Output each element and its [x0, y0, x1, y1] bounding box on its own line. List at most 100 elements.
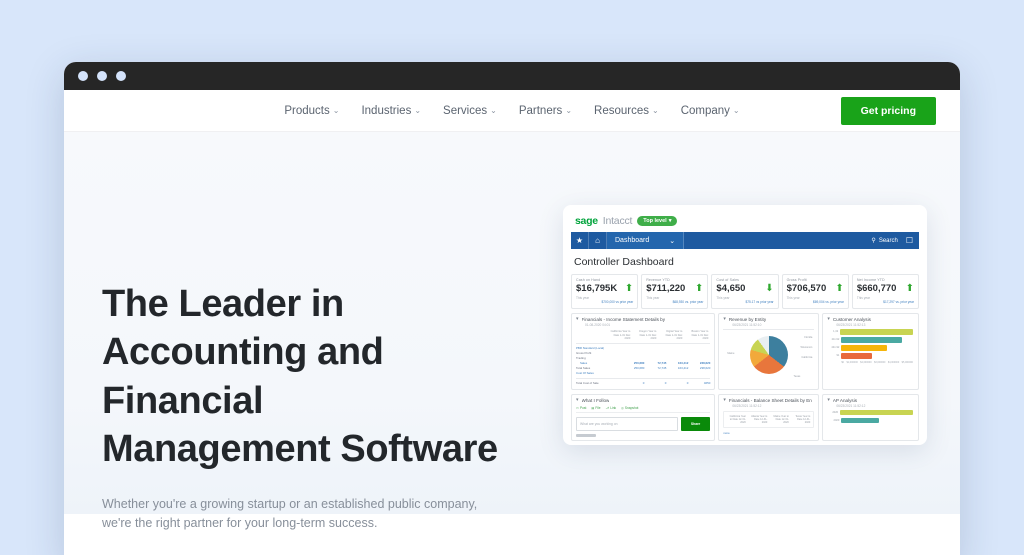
link-icon: ⎇	[605, 405, 610, 410]
subhead-line-1: Whether you're a growing startup or an e…	[102, 497, 478, 511]
row-label[interactable]: Sales	[576, 361, 622, 365]
chevron-down-icon[interactable]: ▾	[827, 317, 830, 322]
tab-link[interactable]: ⎇ Link	[606, 406, 617, 410]
kpi-footer: $69,004 vs. prior year	[787, 300, 844, 304]
nav-links: Products ⌄ Industries ⌄ Services ⌄ Partn…	[284, 105, 739, 117]
kpi-card-gross-profit[interactable]: Gross Profit $706,570 ⬆ This year $69,00…	[781, 274, 849, 309]
pie-chart: Maine Florida Wisconsin California Texas	[723, 332, 814, 378]
favorites-star-icon[interactable]: ★	[571, 232, 589, 249]
bar-label: 2020	[832, 410, 839, 414]
nav-item-services[interactable]: Services ⌄	[443, 105, 497, 117]
column-header: Oregon Year to Date 1-31 Dec 2020	[638, 330, 657, 340]
widget-timestamp: 06/23/2021 11:52:12	[732, 403, 762, 408]
row-cell: 163,412	[677, 366, 689, 370]
chevron-down-icon[interactable]: ▾	[576, 397, 579, 403]
nav-item-company[interactable]: Company ⌄	[681, 105, 740, 117]
post-composer: What are you working on Share	[576, 416, 711, 431]
subhead-line-2: we're the right partner for your long-te…	[102, 516, 378, 531]
row-cell: 72,745	[657, 361, 667, 365]
widget-timestamp: 01-08-2020 04:01	[585, 323, 611, 327]
widget-ap-analysis[interactable]: ▾ AP Analysis 06/23/2021 11:52:12 2020 2…	[822, 393, 919, 441]
nav-item-label: Industries	[361, 104, 412, 117]
dashboard-tab-label: Dashboard	[615, 237, 650, 244]
home-icon[interactable]: ⌂	[589, 232, 607, 249]
widget-balance-sheet[interactable]: ▾ Financials - Balance Sheet Details by …	[718, 393, 820, 441]
tab-snapshot[interactable]: ◎ Snapshot	[621, 406, 638, 410]
chevron-down-icon[interactable]: ▾	[723, 317, 726, 322]
widget-divider	[723, 329, 815, 330]
search-icon: ⚲	[871, 238, 876, 244]
kpi-value: $4,650	[716, 283, 746, 294]
window-maximize-dot[interactable]	[116, 71, 126, 81]
widget-customer-analysis[interactable]: ▾ Customer Analysis 06/23/2021 11:52:13 …	[822, 313, 919, 390]
nav-item-resources[interactable]: Resources ⌄	[594, 105, 659, 117]
widget-income-statement[interactable]: ▾ Financials - Income Statement Details …	[571, 313, 716, 390]
site-navigation: Products ⌄ Industries ⌄ Services ⌄ Partn…	[64, 90, 960, 132]
table-header-row: California Year to Date 1-31 Dec 2020 Or…	[576, 330, 710, 341]
column-header: California Year to Date 1-31 Dec 2020	[610, 330, 631, 340]
intacct-wordmark: Intacct	[602, 215, 633, 227]
tab-file[interactable]: ▤ File	[591, 406, 600, 410]
window-close-dot[interactable]	[78, 71, 88, 81]
kpi-delta: $17,297 vs. prior year	[883, 300, 915, 304]
chevron-down-icon: ▾	[668, 218, 672, 224]
widget-header: ▾ Financials - Balance Sheet Details by …	[723, 397, 814, 403]
trend-up-icon: ⬆	[695, 282, 704, 294]
nav-item-partners[interactable]: Partners ⌄	[519, 105, 572, 117]
kpi-delta: $68,930 vs. prior year	[672, 300, 704, 304]
widget-revenue-by-entity[interactable]: ▾ Revenue by Entity 06/23/2021 11:52:10 …	[718, 313, 820, 390]
bar-row: 441.92	[828, 345, 913, 351]
bar-graphic	[841, 353, 872, 359]
bar-label: 211.92	[831, 338, 840, 342]
follow-feed-placeholder	[576, 433, 710, 437]
tab-label: File	[595, 405, 601, 410]
income-statement-table: California Year to Date 1-31 Dec 2020 Or…	[576, 330, 711, 386]
window-minimize-dot[interactable]	[97, 71, 107, 81]
top-level-selector[interactable]: Top level ▾	[637, 216, 678, 226]
kpi-value: $711,220	[646, 283, 686, 294]
tab-label: Post	[580, 405, 587, 410]
search-control[interactable]: ⚲ Search	[871, 237, 905, 245]
get-pricing-button[interactable]: Get pricing	[840, 96, 936, 125]
dashboard-navbar: ★ ⌂ Dashboard ⌄ ⚲ Search ☐	[571, 232, 919, 249]
row-cell: 238,620	[699, 366, 711, 370]
widget-what-i-follow[interactable]: ▾ What I Follow ▭ Post ▤ File ⎇ Link ◎ S…	[571, 393, 716, 441]
nav-item-products[interactable]: Products ⌄	[284, 105, 339, 117]
kpi-card-net-income-ytd[interactable]: Net Income YTD $660,770 ⬆ This year $17,…	[851, 274, 920, 309]
kpi-row: Cash on Hand $16,795K ⬆ This year $700,0…	[571, 274, 920, 309]
chevron-down-icon: ⌄	[669, 237, 676, 245]
row-label[interactable]: Cost Of Sales	[576, 371, 622, 375]
trend-up-icon: ⬆	[905, 282, 915, 294]
post-icon: ▭	[576, 405, 580, 410]
kpi-label: Cash on Hand	[576, 278, 601, 282]
tab-post[interactable]: ▭ Post	[576, 406, 586, 410]
row-cell: 238,620	[699, 361, 711, 365]
chevron-down-icon[interactable]: ▾	[827, 397, 830, 403]
kpi-delta: $700,000 vs prior year	[601, 300, 634, 304]
more-link[interactable]: more	[723, 431, 814, 435]
chevron-down-icon[interactable]: ▾	[723, 397, 726, 403]
column-header: Boston Year to Date 1-31 Dec 2020	[691, 330, 709, 340]
column-header: Texas Year to Date 12-31-2020	[795, 414, 811, 425]
page-root: Products ⌄ Industries ⌄ Services ⌄ Partn…	[0, 0, 1024, 555]
sage-wordmark: sage	[575, 215, 598, 227]
axis-tick: $4,000000	[887, 361, 900, 364]
row-label[interactable]: PBR Standard (Local)	[576, 346, 622, 350]
post-input[interactable]: What are you working on	[576, 416, 678, 431]
nav-item-label: Services	[443, 104, 488, 117]
bookmark-icon[interactable]: ☐	[906, 236, 919, 245]
chevron-down-icon[interactable]: ▾	[576, 317, 579, 322]
dashboard-title: Controller Dashboard	[574, 256, 674, 268]
dashboard-tab[interactable]: Dashboard ⌄	[607, 232, 685, 249]
widget-title: What I Follow	[581, 397, 610, 403]
kpi-card-cash-on-hand[interactable]: Cash on Hand $16,795K ⬆ This year $700,0…	[571, 274, 639, 309]
share-button[interactable]: Share	[680, 416, 711, 431]
kpi-card-cost-of-sales[interactable]: Cost of Sales $4,650 ⬇ This year $75.17 …	[711, 274, 779, 309]
row-cell: 163,412	[677, 361, 689, 365]
kpi-card-revenue-ytd[interactable]: Revenue YTD $711,220 ⬆ This year $68,930…	[641, 274, 709, 309]
pie-label-wisconsin: Wisconsin	[800, 346, 813, 349]
nav-item-industries[interactable]: Industries ⌄	[361, 105, 421, 117]
hero-subheading: Whether you're a growing startup or an e…	[102, 495, 482, 534]
bar-label: 1,32	[833, 330, 839, 334]
dashboard-screenshot-card: sage Intacct Top level ▾ ★ ⌂ Dashboard ⌄	[563, 205, 927, 445]
